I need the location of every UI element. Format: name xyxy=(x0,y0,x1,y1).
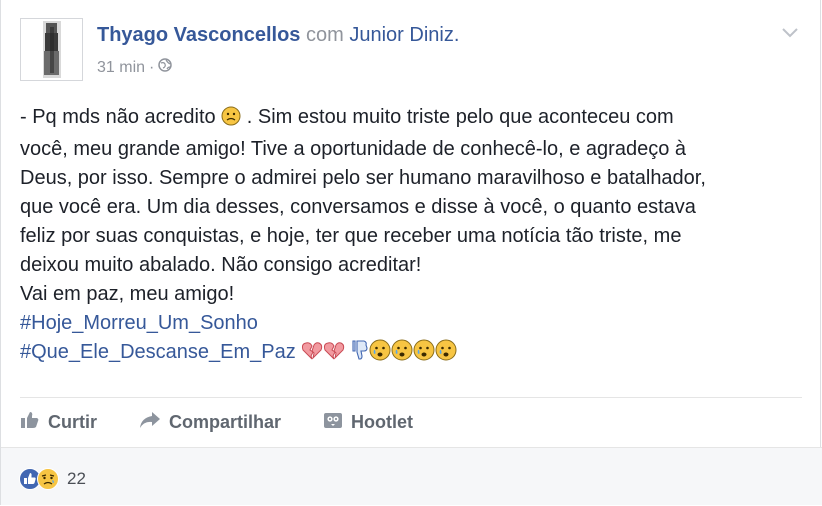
sad-face-icon xyxy=(221,106,241,135)
avatar[interactable] xyxy=(20,18,83,81)
post-line: você, meu grande amigo! Tive a oportunid… xyxy=(20,138,686,160)
like-label: Curtir xyxy=(48,411,97,432)
post-line: que você era. Um dia desses, conversamos… xyxy=(20,196,696,218)
broken-heart-icon xyxy=(301,341,323,370)
post-line: deixou muito abalado. Não consigo acredi… xyxy=(20,254,422,276)
post-line: #Que_Ele_Descanse_Em_Paz xyxy=(20,338,810,370)
action-bar: Curtir Compartilhar Hootlet xyxy=(20,408,455,436)
thumbs-down-icon xyxy=(351,339,369,370)
post-line: Deus, por isso. Sempre o admirei pelo se… xyxy=(20,167,706,189)
hashtag-link[interactable]: #Hoje_Morreu_Um_Sonho xyxy=(20,309,810,338)
crying-face-icon xyxy=(435,339,457,370)
hootlet-label: Hootlet xyxy=(351,411,414,432)
broken-heart-icon xyxy=(323,341,345,370)
actions-divider xyxy=(20,397,802,398)
post-body: - Pq mds não acredito . Sim estou muito … xyxy=(20,103,810,370)
post-line: - Pq mds não acredito . Sim estou muito … xyxy=(20,103,810,135)
crying-face-icon xyxy=(369,339,391,370)
thumbs-up-icon xyxy=(20,411,40,434)
crying-face-icon xyxy=(413,339,435,370)
post-timestamp[interactable]: 31 min xyxy=(97,59,145,77)
hashtag-link[interactable]: #Que_Ele_Descanse_Em_Paz xyxy=(20,341,296,363)
globe-icon[interactable] xyxy=(158,58,173,77)
like-button[interactable]: Curtir xyxy=(20,411,97,434)
tagged-friend[interactable]: Junior Diniz. xyxy=(349,24,459,46)
post-line: Vai em paz, meu amigo! xyxy=(20,283,235,305)
chevron-down-icon[interactable] xyxy=(780,22,800,42)
post-header: Thyago Vasconcellos com Junior Diniz. xyxy=(97,24,459,47)
post-line: feliz por suas conquistas, e hoje, ter q… xyxy=(20,225,682,247)
reaction-summary[interactable]: 22 xyxy=(19,468,86,490)
share-arrow-icon xyxy=(139,411,161,434)
post-card: Thyago Vasconcellos com Junior Diniz. 31… xyxy=(0,0,822,505)
meta-separator: · xyxy=(149,58,155,76)
share-label: Compartilhar xyxy=(169,411,282,432)
post-meta: 31 min · xyxy=(97,58,173,77)
reactions-footer xyxy=(1,448,822,505)
crying-face-icon xyxy=(391,339,413,370)
owl-icon xyxy=(323,411,343,434)
reaction-count[interactable]: 22 xyxy=(67,469,86,489)
author-name[interactable]: Thyago Vasconcellos xyxy=(97,24,300,46)
with-word: com xyxy=(305,24,344,46)
hootlet-button[interactable]: Hootlet xyxy=(323,411,413,434)
share-button[interactable]: Compartilhar xyxy=(139,411,281,434)
sad-reaction-icon xyxy=(37,468,59,490)
